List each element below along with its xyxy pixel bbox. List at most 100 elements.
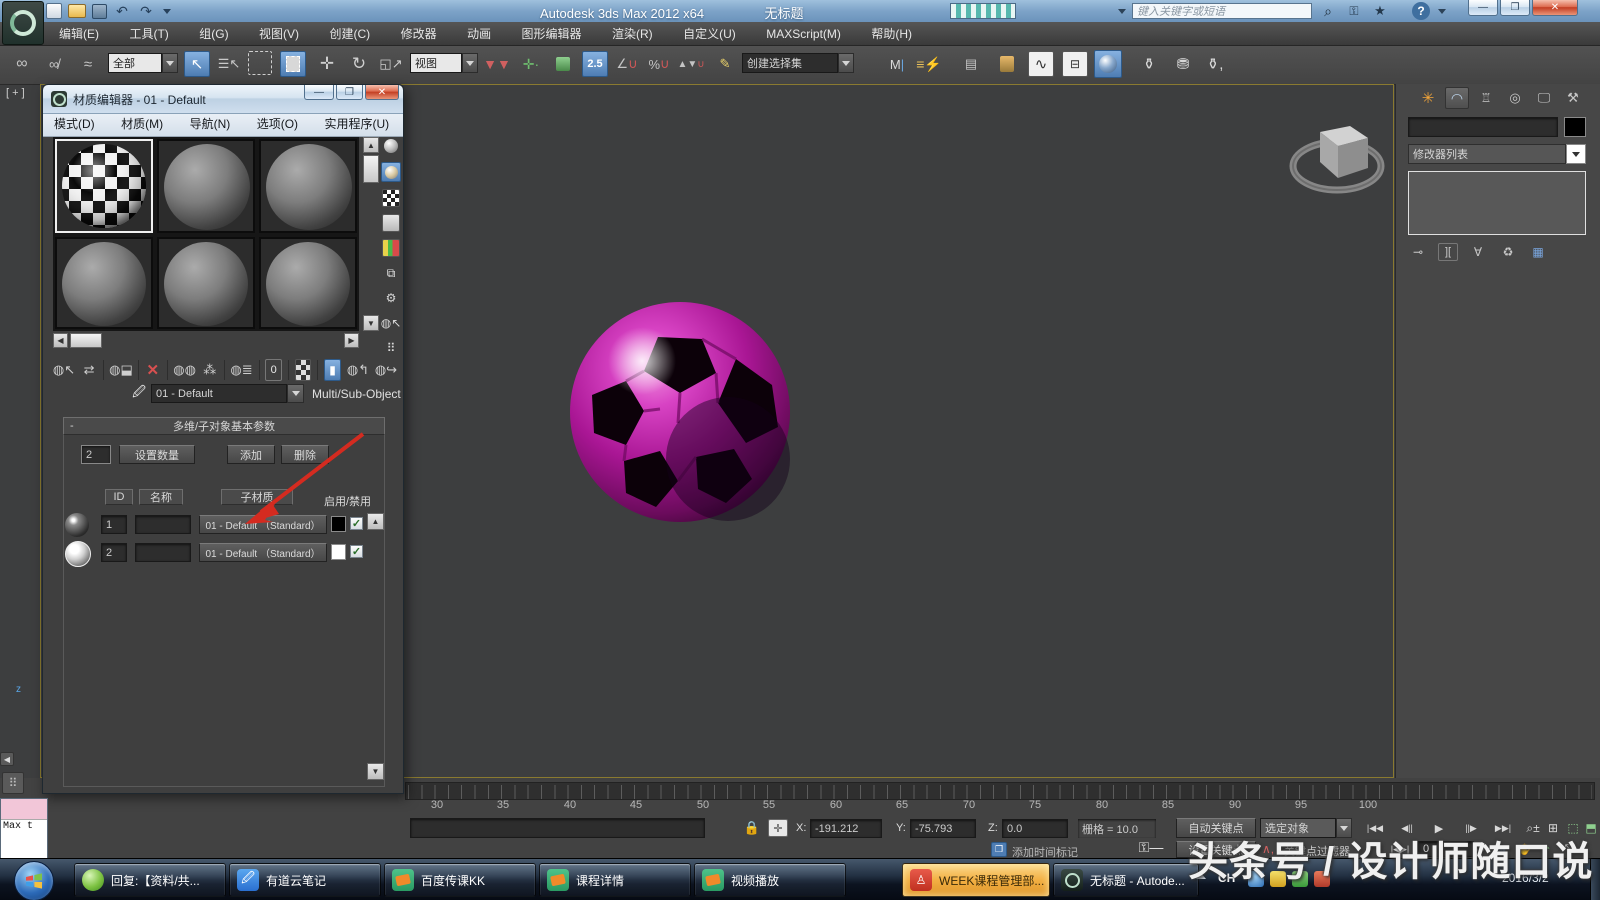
- window-minimize-button[interactable]: —: [1468, 0, 1498, 16]
- go-to-parent-icon[interactable]: ◍↰: [347, 359, 369, 381]
- menu-customize[interactable]: 自定义(U): [670, 22, 749, 46]
- tab-modify-icon[interactable]: ◠: [1445, 87, 1469, 109]
- selection-filter-arrow[interactable]: [162, 53, 178, 73]
- menu-views[interactable]: 视图(V): [246, 22, 312, 46]
- taskbar-button-baidu-chuanke[interactable]: 百度传课KK: [384, 863, 536, 897]
- set-key-mode-key-icon[interactable]: ⚿—: [1134, 838, 1168, 856]
- tab-hierarchy-icon[interactable]: ♖: [1474, 87, 1498, 109]
- submaterial-1-name-field[interactable]: [135, 515, 191, 534]
- material-editor-maximize-button[interactable]: ❐: [336, 85, 363, 100]
- menu-group[interactable]: 组(G): [186, 22, 241, 46]
- add-button[interactable]: 添加: [227, 445, 275, 464]
- me-menu-material[interactable]: 材质(M): [110, 114, 174, 135]
- material-map-navigator-icon[interactable]: ⠿: [382, 339, 400, 357]
- sample-type-icon[interactable]: [382, 137, 400, 155]
- selection-lock-icon[interactable]: 🔒: [742, 819, 762, 837]
- backlight-icon[interactable]: [381, 162, 401, 182]
- submaterial-2-thumbnail[interactable]: [65, 541, 91, 567]
- submaterial-2-name-field[interactable]: [135, 543, 191, 562]
- sample-slot-6[interactable]: [259, 237, 357, 329]
- tab-motion-icon[interactable]: ◎: [1503, 87, 1527, 109]
- qat-dropdown-icon[interactable]: [161, 4, 173, 18]
- select-scale-icon[interactable]: ◱↗: [378, 51, 404, 77]
- window-maximize-button[interactable]: ❐: [1500, 0, 1530, 16]
- column-name-header[interactable]: 名称: [139, 489, 183, 505]
- help-dropdown-icon[interactable]: [1438, 9, 1446, 14]
- communication-center-bar[interactable]: [950, 3, 1016, 19]
- me-menu-options[interactable]: 选项(O): [246, 114, 309, 135]
- set-number-button[interactable]: 设置数量: [119, 445, 195, 464]
- remove-modifier-icon[interactable]: ♻: [1498, 243, 1518, 261]
- show-map-in-viewport-icon[interactable]: [295, 359, 312, 381]
- select-by-name-icon[interactable]: ☰↖: [216, 51, 242, 77]
- material-count-field[interactable]: 2: [81, 445, 111, 464]
- reference-coordsys-arrow[interactable]: [462, 53, 478, 73]
- menu-tools[interactable]: 工具(T): [116, 22, 181, 46]
- pick-material-eyedropper-icon[interactable]: 🖉: [131, 385, 147, 403]
- edit-named-selection-icon[interactable]: ✎: [712, 51, 738, 77]
- render-setup-icon[interactable]: ⚱: [1136, 51, 1162, 77]
- me-menu-modes[interactable]: 模式(D): [43, 114, 106, 135]
- configure-modifier-sets-icon[interactable]: ▦: [1528, 243, 1548, 261]
- submaterial-2-enable-checkbox[interactable]: ✓: [350, 545, 363, 558]
- put-to-scene-icon[interactable]: ⇄: [81, 359, 97, 381]
- slots-scroll-up[interactable]: ▲: [363, 137, 379, 153]
- show-end-result-icon[interactable]: ][: [1438, 243, 1458, 261]
- select-by-material-icon[interactable]: ◍↖: [382, 314, 400, 332]
- layer-manager-icon[interactable]: ▤: [958, 51, 984, 77]
- make-material-copy-icon[interactable]: ◍◍: [174, 359, 196, 381]
- undo-icon[interactable]: ↶: [113, 4, 131, 18]
- tab-create-icon[interactable]: ✳: [1416, 87, 1440, 109]
- material-id-channel-icon[interactable]: 0: [265, 359, 282, 381]
- maxscript-mini-listener[interactable]: Max t: [0, 798, 48, 858]
- taskbar-button-3dsmax[interactable]: 无标题 - Autode...: [1053, 863, 1199, 897]
- slots-scroll-thumb-h[interactable]: [70, 333, 102, 348]
- rollout-scroll-up[interactable]: ▲: [367, 513, 384, 530]
- rollout-header[interactable]: - 多维/子对象基本参数: [63, 417, 385, 435]
- curve-editor-icon[interactable]: ∿: [1028, 51, 1054, 77]
- keyboard-shortcut-toggle-icon[interactable]: [550, 51, 576, 77]
- rendered-frame-icon[interactable]: ⛃: [1170, 51, 1196, 77]
- rollout-collapse-icon[interactable]: -: [70, 420, 74, 432]
- graphite-ribbon-icon[interactable]: [994, 51, 1020, 77]
- menu-graph-editors[interactable]: 图形编辑器: [509, 22, 595, 46]
- keyring-icon[interactable]: ⚿: [1344, 2, 1364, 20]
- select-and-link-icon[interactable]: ∞: [10, 52, 34, 76]
- submaterial-1-thumbnail[interactable]: [65, 513, 89, 537]
- pin-stack-icon[interactable]: ⊸: [1408, 243, 1428, 261]
- sample-slot-1-active[interactable]: [55, 139, 153, 233]
- me-menu-navigation[interactable]: 导航(N): [179, 114, 242, 135]
- timeline-ruler[interactable]: [405, 782, 1595, 800]
- select-object-icon[interactable]: ↖: [184, 51, 210, 77]
- use-pivot-center-icon[interactable]: ▼▼: [484, 51, 510, 77]
- make-unique-icon[interactable]: ∀: [1468, 243, 1488, 261]
- put-to-library-icon[interactable]: ◍≣: [231, 359, 253, 381]
- star-favorites-icon[interactable]: ★: [1370, 2, 1390, 20]
- select-manipulate-icon[interactable]: ✛·: [518, 51, 544, 77]
- selection-filter-dropdown[interactable]: 全部: [108, 53, 162, 73]
- percent-snap-icon[interactable]: %∪: [646, 51, 672, 77]
- app-logo-button[interactable]: [2, 1, 44, 45]
- snaps-toggle-icon[interactable]: 2.5: [582, 51, 608, 77]
- absolute-mode-transform-icon[interactable]: ✛: [768, 819, 788, 837]
- material-editor-minimize-button[interactable]: —: [304, 85, 334, 100]
- taskbar-button-week-active[interactable]: ♙ WEEK课程管理部...: [902, 863, 1050, 897]
- material-editor-titlebar[interactable]: 材质编辑器 - 01 - Default — ❐ ✕: [43, 85, 403, 114]
- slots-scroll-thumb-v[interactable]: [363, 155, 379, 183]
- submaterial-1-color-swatch[interactable]: [331, 516, 346, 532]
- make-unique-material-icon[interactable]: ⁂: [202, 359, 218, 381]
- submaterial-2-button[interactable]: 01 - Default （Standard）: [199, 543, 327, 562]
- menu-create[interactable]: 创建(C): [316, 22, 383, 46]
- bind-to-spacewarp-icon[interactable]: ≈: [76, 52, 100, 76]
- submaterial-1-enable-checkbox[interactable]: ✓: [350, 517, 363, 530]
- slots-scroll-left[interactable]: ◀: [53, 333, 68, 348]
- go-forward-sibling-icon[interactable]: ◍↪: [375, 359, 397, 381]
- slots-scroll-right[interactable]: ▶: [344, 333, 359, 348]
- unlink-selection-icon[interactable]: ∞̸: [42, 52, 66, 76]
- viewcube[interactable]: [1284, 104, 1390, 200]
- object-color-swatch[interactable]: [1564, 117, 1586, 137]
- select-rotate-icon[interactable]: ↻: [346, 51, 372, 77]
- modifier-stack-list[interactable]: [1408, 171, 1586, 235]
- get-material-icon[interactable]: ◍↖: [53, 359, 75, 381]
- sample-slot-4[interactable]: [55, 237, 153, 329]
